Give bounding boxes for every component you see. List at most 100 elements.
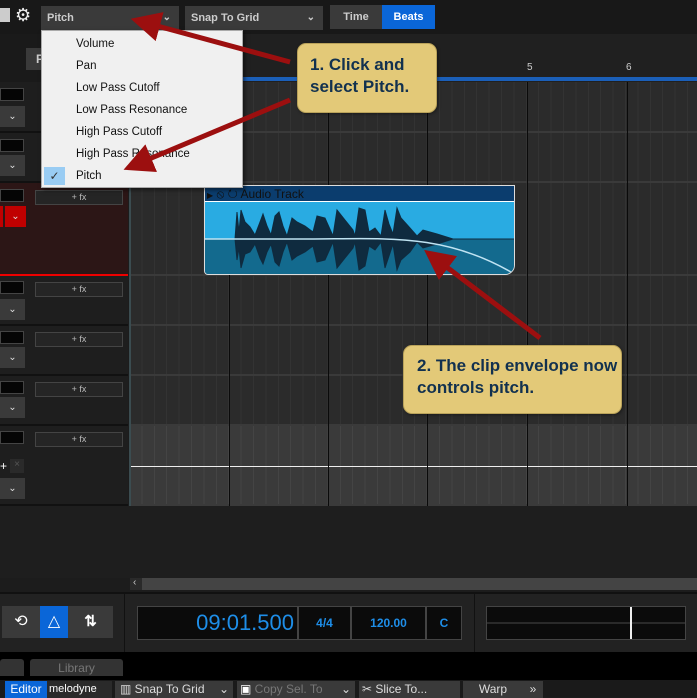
- chevron-down-icon: ⌄: [218, 682, 229, 696]
- clip-title: Audio Track: [240, 187, 304, 201]
- copy-label: Copy Sel. To: [254, 682, 323, 696]
- time-signature[interactable]: 4/4: [298, 606, 351, 640]
- grid-icon: ▥: [120, 682, 135, 696]
- envelope-select[interactable]: Pitch ⌄: [41, 6, 179, 30]
- menu-item-label: Volume: [76, 38, 115, 50]
- menu-item-high-pass-resonance[interactable]: High Pass Resonance: [42, 143, 242, 165]
- bottom-toolbar: Editor melodyne ▥ Snap To Grid ⌄ ▣ Copy S…: [0, 680, 697, 698]
- track-header[interactable]: + × ⌄ + fx: [0, 426, 128, 506]
- loop-icon[interactable]: ⟲: [2, 606, 40, 638]
- chevron-down-icon[interactable]: ⌄: [0, 299, 25, 320]
- metronome-icon[interactable]: △: [40, 606, 68, 638]
- level-meter: [0, 331, 24, 344]
- track-header[interactable]: ⌄ + fx: [0, 183, 128, 276]
- chevron-down-icon: ⌄: [340, 682, 351, 696]
- plus-icon[interactable]: +: [0, 459, 8, 473]
- callout-step2: 2. The clip envelope now controls pitch.: [403, 345, 622, 414]
- track-header[interactable]: ⌄ + fx: [0, 376, 128, 426]
- more-button[interactable]: »: [523, 681, 543, 698]
- key-display[interactable]: C: [426, 606, 462, 640]
- panel-tabs: Library: [0, 652, 697, 680]
- menu-item-label: Low Pass Cutoff: [76, 82, 160, 94]
- time-display[interactable]: 09:01.500: [137, 606, 298, 640]
- warp-button[interactable]: Warp: [463, 681, 523, 698]
- chevron-down-icon[interactable]: ⌄: [0, 106, 25, 127]
- track-lane[interactable]: [130, 276, 697, 326]
- envelope-select-value: Pitch: [47, 12, 74, 24]
- clip-header[interactable]: ▶ ⦸ ↻ Audio Track: [205, 186, 514, 202]
- loop-icon[interactable]: ↻: [224, 187, 238, 201]
- menu-item-pan[interactable]: Pan: [42, 55, 242, 77]
- envelope-line[interactable]: [130, 466, 697, 467]
- audio-clip[interactable]: ▶ ⦸ ↻ Audio Track: [204, 185, 515, 275]
- menu-item-label: Pan: [76, 60, 97, 72]
- copy-selection-button[interactable]: ▣ Copy Sel. To ⌄: [237, 681, 355, 698]
- menu-item-low-pass-cutoff[interactable]: Low Pass Cutoff: [42, 77, 242, 99]
- track-header[interactable]: ⌄ + fx: [0, 276, 128, 326]
- level-meter: [0, 139, 24, 152]
- close-icon[interactable]: ×: [10, 459, 24, 473]
- chevron-down-icon: ⌄: [162, 12, 171, 23]
- menu-item-pitch[interactable]: ✓ Pitch: [42, 165, 242, 187]
- level-meter: [0, 281, 24, 294]
- transport-bar: ⟲ △ ⇅ 09:01.500 4/4 120.00 C: [0, 592, 697, 654]
- callout-step1: 1. Click and select Pitch.: [297, 43, 437, 113]
- track-header[interactable]: ⌄ + fx: [0, 326, 128, 376]
- top-toolbar: ⚙ Pitch ⌄ Snap To Grid ⌄ Time Beats: [0, 0, 697, 34]
- chevron-down-icon[interactable]: ⌄: [0, 347, 25, 368]
- ruler-mark: 5: [527, 62, 533, 73]
- snap-select[interactable]: Snap To Grid ⌄: [185, 6, 323, 30]
- chevron-down-icon[interactable]: ⌄: [0, 155, 25, 176]
- tab-library[interactable]: Library: [30, 659, 123, 676]
- level-meter: [0, 381, 24, 394]
- scissors-icon: ✂: [362, 682, 376, 696]
- melodyne-tab[interactable]: melodyne: [47, 681, 112, 698]
- chevron-down-icon[interactable]: ⌄: [0, 478, 25, 499]
- time-button[interactable]: Time: [330, 5, 382, 29]
- track-lane[interactable]: [130, 426, 697, 506]
- level-meter: [0, 189, 24, 202]
- horizontal-scrollbar[interactable]: ‹: [130, 577, 697, 590]
- snap-to-grid-button[interactable]: ▥ Snap To Grid ⌄: [115, 681, 233, 698]
- track-row-selected: ⌄ + fx ▶ ⦸ ↻ Audio Track: [0, 183, 697, 276]
- mixer-icon[interactable]: [0, 8, 10, 22]
- punch-icon[interactable]: ⇅: [68, 606, 113, 638]
- menu-item-high-pass-cutoff[interactable]: High Pass Cutoff: [42, 121, 242, 143]
- scroll-left-icon[interactable]: ‹: [133, 577, 136, 588]
- add-fx-button[interactable]: + fx: [35, 282, 123, 297]
- beats-button[interactable]: Beats: [382, 5, 435, 29]
- scrollbar-thumb[interactable]: [142, 578, 697, 590]
- chevron-down-icon: ⌄: [306, 12, 315, 23]
- menu-item-label: Pitch: [76, 170, 102, 182]
- editor-tab[interactable]: Editor: [5, 681, 47, 698]
- tempo-display[interactable]: 120.00: [351, 606, 426, 640]
- ruler-mark: 6: [626, 62, 632, 73]
- level-meter: [0, 431, 24, 444]
- chevron-down-icon[interactable]: ⌄: [5, 206, 26, 227]
- add-fx-button[interactable]: + fx: [35, 190, 123, 205]
- snap-label: Snap To Grid: [134, 682, 205, 696]
- add-fx-button[interactable]: + fx: [35, 432, 123, 447]
- add-fx-button[interactable]: + fx: [35, 332, 123, 347]
- add-fx-button[interactable]: + fx: [35, 382, 123, 397]
- menu-item-label: High Pass Cutoff: [76, 126, 163, 138]
- checkmark-icon: ✓: [44, 167, 65, 185]
- chevron-down-icon[interactable]: ⌄: [0, 397, 25, 418]
- menu-item-label: High Pass Resonance: [76, 148, 190, 160]
- menu-item-label: Low Pass Resonance: [76, 104, 188, 116]
- slice-button[interactable]: ✂ Slice To...: [359, 681, 460, 698]
- gear-icon[interactable]: ⚙: [15, 5, 31, 26]
- clip-waveform: [205, 202, 514, 274]
- copy-icon: ▣: [240, 682, 255, 696]
- slice-label: Slice To...: [375, 682, 428, 696]
- snap-select-value: Snap To Grid: [191, 12, 260, 24]
- tab[interactable]: [0, 659, 24, 676]
- menu-item-low-pass-resonance[interactable]: Low Pass Resonance: [42, 99, 242, 121]
- track-row: ⌄ + fx: [0, 276, 697, 326]
- track-row: + × ⌄ + fx: [0, 426, 697, 506]
- mute-icon[interactable]: ⦸: [213, 187, 224, 201]
- menu-item-volume[interactable]: Volume: [42, 33, 242, 55]
- level-meters: [486, 606, 686, 640]
- level-meter: [0, 88, 24, 101]
- envelope-dropdown-menu: Volume Pan Low Pass Cutoff Low Pass Reso…: [41, 30, 243, 188]
